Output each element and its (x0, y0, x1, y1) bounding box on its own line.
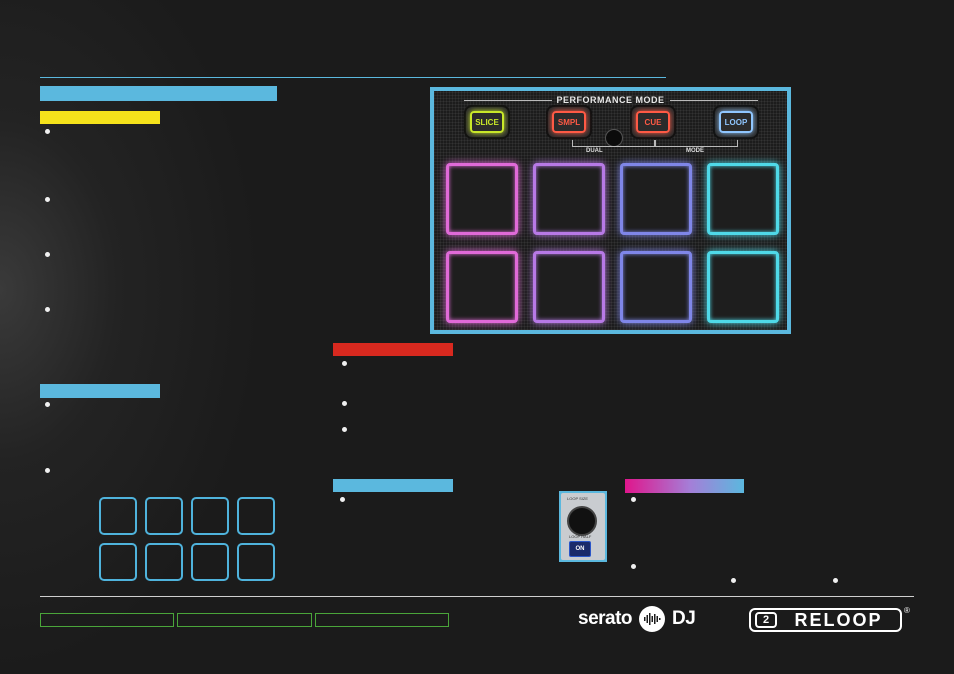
performance-mode-photo: PERFORMANCE MODE SLICE SMPL CUE LOOP DUA… (430, 87, 791, 334)
pad-diagram-cell (237, 543, 275, 581)
dual-label: DUAL (586, 148, 603, 154)
pad-diagram-cell (99, 543, 137, 581)
reloop-logo: 2 RELOOP (749, 608, 902, 632)
pad-diagram-cell (191, 543, 229, 581)
performance-pad-8[interactable] (707, 251, 779, 323)
performance-pad-6[interactable] (533, 251, 605, 323)
bullet (340, 497, 345, 502)
bullet (342, 401, 347, 406)
footer-tab-2[interactable] (177, 613, 312, 627)
bullet (342, 361, 347, 366)
bullet (45, 252, 50, 257)
bullet (631, 564, 636, 569)
performance-pad-5[interactable] (446, 251, 518, 323)
bullet (45, 197, 50, 202)
mode-bracket (654, 140, 738, 147)
performance-pad-3[interactable] (620, 163, 692, 235)
registered-mark: ® (904, 606, 910, 615)
sampler-button[interactable]: SMPL (548, 107, 590, 137)
performance-pad-2[interactable] (533, 163, 605, 235)
section-header-bar (40, 86, 277, 101)
pad-diagram-cell (99, 497, 137, 535)
bullet (631, 497, 636, 502)
sampler-mode-bar (625, 479, 744, 493)
loop-control-photo: LOOP SIZE LOOP HALF ON (559, 491, 607, 562)
loop-button-label: LOOP (719, 111, 753, 133)
bullet (45, 468, 50, 473)
bullet (342, 427, 347, 432)
slice-button[interactable]: SLICE (466, 107, 508, 137)
top-divider (40, 77, 666, 78)
serato-dj-logo: serato DJ (578, 606, 696, 632)
mode-label: MODE (686, 148, 704, 154)
sampler-button-label: SMPL (552, 111, 586, 133)
bullet (833, 578, 838, 583)
slice-mode-bar (40, 111, 160, 124)
loop-size-label: LOOP SIZE (567, 496, 589, 501)
performance-mode-title: PERFORMANCE MODE (556, 95, 665, 105)
loop-on-button[interactable]: ON (569, 541, 591, 557)
reloop-mark-icon: 2 (755, 612, 777, 628)
bullet (45, 307, 50, 312)
loop-half-label: LOOP HALF (569, 534, 592, 539)
performance-pad-7[interactable] (620, 251, 692, 323)
performance-pad-4[interactable] (707, 163, 779, 235)
loop-section-bar (333, 479, 453, 492)
pad-diagram-cell (145, 543, 183, 581)
dj-wordmark: DJ (672, 608, 696, 629)
bullet (731, 578, 736, 583)
serato-disc-icon (639, 606, 666, 632)
pad-diagram-cell (191, 497, 229, 535)
serato-wordmark: serato (578, 608, 633, 629)
pad-grid-diagram (99, 497, 275, 581)
slice-button-label: SLICE (470, 111, 504, 133)
pad-diagram-cell (145, 497, 183, 535)
dual-bracket (572, 140, 656, 147)
subsection-bar (40, 384, 160, 398)
cue-mode-bar (333, 343, 453, 356)
loop-button[interactable]: LOOP (715, 107, 757, 137)
bullet (45, 402, 50, 407)
footer-tab-1[interactable] (40, 613, 174, 627)
reloop-wordmark: RELOOP (794, 609, 883, 630)
loop-size-knob[interactable] (567, 506, 597, 536)
cue-button[interactable]: CUE (632, 107, 674, 137)
pad-diagram-cell (237, 497, 275, 535)
performance-pad-1[interactable] (446, 163, 518, 235)
bullet (45, 129, 50, 134)
bottom-divider (40, 596, 914, 597)
cue-button-label: CUE (636, 111, 670, 133)
footer-tab-3[interactable] (315, 613, 449, 627)
